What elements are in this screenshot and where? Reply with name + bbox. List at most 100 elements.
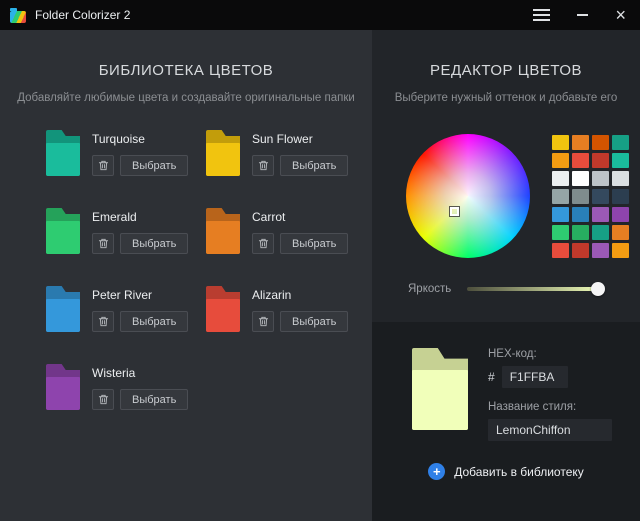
add-to-library-label: Добавить в библиотеку [454, 465, 584, 479]
delete-button[interactable] [92, 233, 114, 254]
app-window: Folder Colorizer 2 × БИБЛИОТЕКА ЦВЕТОВ Д… [0, 0, 640, 521]
library-item-info: Sun Flower Выбрать [252, 130, 348, 176]
color-swatch[interactable] [552, 171, 569, 186]
color-swatch[interactable] [572, 153, 589, 168]
library-item-buttons: Выбрать [252, 155, 348, 176]
delete-button[interactable] [252, 155, 274, 176]
library-item-buttons: Выбрать [252, 233, 348, 254]
trash-icon [98, 238, 109, 249]
color-wheel-cursor[interactable] [450, 207, 459, 216]
folder-name: Wisteria [92, 366, 188, 380]
color-swatch[interactable] [552, 153, 569, 168]
style-name-input[interactable] [488, 419, 612, 441]
brightness-label: Яркость [408, 283, 451, 295]
brightness-track [467, 287, 602, 291]
library-item-buttons: Выбрать [92, 311, 188, 332]
editor-panel: РЕДАКТОР ЦВЕТОВ Выберите нужный оттенок … [372, 30, 640, 521]
color-swatch[interactable] [572, 135, 589, 150]
hamburger-menu-icon[interactable] [533, 9, 550, 21]
color-swatch[interactable] [572, 189, 589, 204]
folder-icon [46, 208, 80, 254]
color-swatch[interactable] [612, 243, 629, 258]
folder-front [46, 377, 80, 410]
color-swatch[interactable] [572, 243, 589, 258]
brightness-slider[interactable] [467, 282, 604, 296]
add-to-library-button[interactable]: + Добавить в библиотеку [372, 463, 640, 480]
folder-icon [46, 286, 80, 332]
color-swatch[interactable] [612, 225, 629, 240]
fields-column: HEX-код: # Название стиля: [488, 348, 612, 441]
library-item: Turquoise Выбрать [46, 130, 206, 176]
select-button[interactable]: Выбрать [280, 311, 348, 332]
color-swatch[interactable] [592, 225, 609, 240]
picker-row [406, 134, 640, 258]
library-item: Carrot Выбрать [206, 208, 366, 254]
folder-front [206, 143, 240, 176]
library-item-info: Wisteria Выбрать [92, 364, 188, 410]
delete-button[interactable] [252, 311, 274, 332]
color-swatch[interactable] [592, 171, 609, 186]
minimize-button[interactable] [577, 14, 588, 16]
brightness-thumb[interactable] [591, 282, 605, 296]
close-button[interactable]: × [615, 6, 626, 24]
trash-icon [98, 394, 109, 405]
select-button[interactable]: Выбрать [120, 311, 188, 332]
color-swatch[interactable] [612, 135, 629, 150]
color-swatch[interactable] [572, 207, 589, 222]
color-swatch[interactable] [572, 171, 589, 186]
folder-icon [206, 286, 240, 332]
delete-button[interactable] [252, 233, 274, 254]
color-swatch[interactable] [612, 189, 629, 204]
app-logo-icon [10, 11, 26, 23]
library-panel: БИБЛИОТЕКА ЦВЕТОВ Добавляйте любимые цве… [0, 30, 372, 521]
color-swatch[interactable] [612, 207, 629, 222]
folder-name: Turquoise [92, 132, 188, 146]
library-item-info: Carrot Выбрать [252, 208, 348, 254]
color-swatch[interactable] [592, 189, 609, 204]
color-wheel[interactable] [406, 134, 530, 258]
brightness-row: Яркость [408, 282, 604, 296]
color-swatch[interactable] [552, 189, 569, 204]
hex-row: # [488, 366, 612, 388]
app-title: Folder Colorizer 2 [35, 8, 130, 22]
color-swatch[interactable] [612, 171, 629, 186]
color-swatch[interactable] [612, 153, 629, 168]
folder-name: Alizarin [252, 288, 348, 302]
library-item-buttons: Выбрать [92, 233, 188, 254]
trash-icon [98, 316, 109, 327]
color-swatch[interactable] [572, 225, 589, 240]
folder-name: Emerald [92, 210, 188, 224]
delete-button[interactable] [92, 389, 114, 410]
color-swatch[interactable] [592, 243, 609, 258]
folder-icon [46, 130, 80, 176]
select-button[interactable]: Выбрать [280, 233, 348, 254]
library-item: Wisteria Выбрать [46, 364, 206, 410]
color-swatch[interactable] [592, 207, 609, 222]
folder-icon [206, 208, 240, 254]
titlebar: Folder Colorizer 2 × [0, 0, 640, 30]
trash-icon [258, 238, 269, 249]
hex-label: HEX-код: [488, 348, 612, 360]
delete-button[interactable] [92, 311, 114, 332]
color-swatch[interactable] [552, 243, 569, 258]
color-swatch[interactable] [552, 225, 569, 240]
folder-front [412, 370, 468, 430]
library-item-info: Peter River Выбрать [92, 286, 188, 332]
select-button[interactable]: Выбрать [120, 233, 188, 254]
library-item: Alizarin Выбрать [206, 286, 366, 332]
editor-title: РЕДАКТОР ЦВЕТОВ [372, 62, 640, 79]
folder-name: Sun Flower [252, 132, 348, 146]
color-swatch[interactable] [592, 153, 609, 168]
style-name-label: Название стиля: [488, 401, 612, 413]
hex-input[interactable] [502, 366, 568, 388]
delete-button[interactable] [92, 155, 114, 176]
select-button[interactable]: Выбрать [120, 389, 188, 410]
color-swatch[interactable] [592, 135, 609, 150]
library-item-info: Turquoise Выбрать [92, 130, 188, 176]
library-item: Peter River Выбрать [46, 286, 206, 332]
select-button[interactable]: Выбрать [120, 155, 188, 176]
color-swatch[interactable] [552, 207, 569, 222]
color-swatch[interactable] [552, 135, 569, 150]
editor-subtitle: Выберите нужный оттенок и добавьте его [380, 92, 632, 104]
select-button[interactable]: Выбрать [280, 155, 348, 176]
